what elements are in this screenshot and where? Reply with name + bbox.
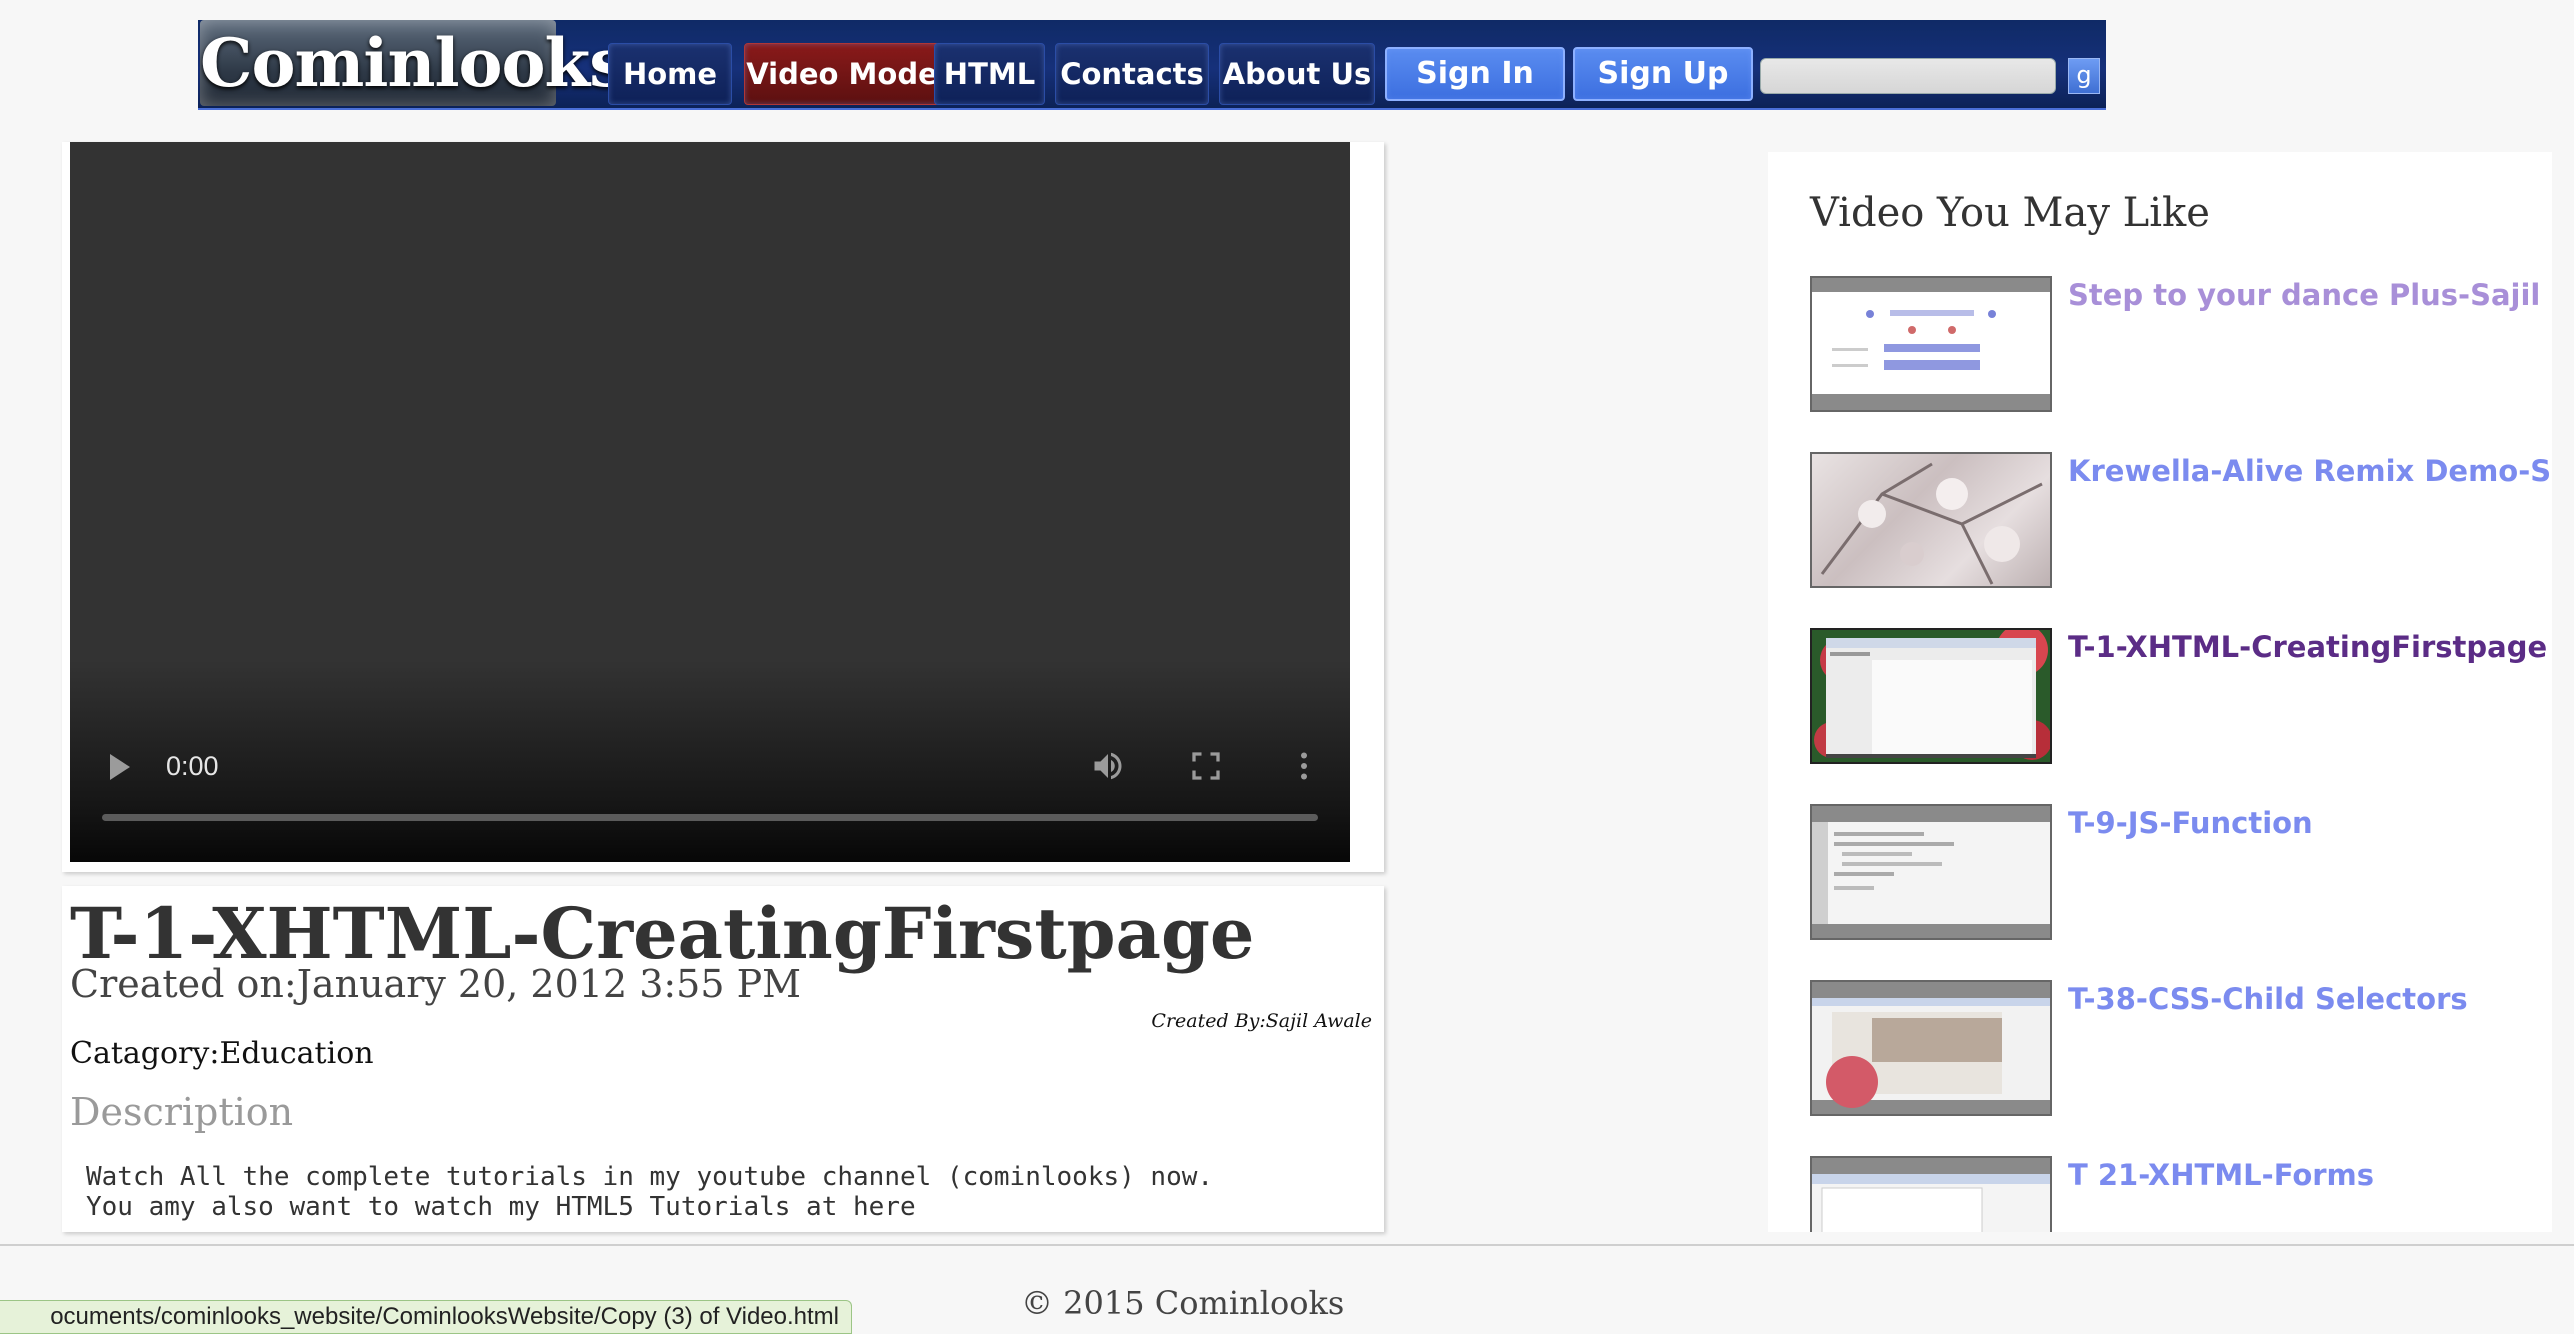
video-thumbnail[interactable] [1810,804,2052,940]
video-link[interactable]: T-1-XHTML-CreatingFirstpage [2068,630,2547,664]
video-link[interactable]: T 21-XHTML-Forms [2068,1158,2374,1192]
nav-html[interactable]: HTML [934,43,1045,105]
created-on: Created on:January 20, 2012 3:55 PM [70,962,802,1006]
related-video-item[interactable]: Krewella-Alive Remix Demo-Sajil [1810,452,2552,592]
related-video-item[interactable]: T-38-CSS-Child Selectors [1810,980,2552,1120]
play-icon[interactable] [110,754,130,780]
progress-bar[interactable] [102,814,1318,821]
related-video-item[interactable]: T-9-JS-Function [1810,804,2552,944]
footer-copyright: © 2015 Cominlooks [1021,1284,1345,1322]
description-text: Watch All the complete tutorials in my y… [86,1162,1213,1222]
video-player[interactable]: 0:00 [70,142,1350,862]
video-link[interactable]: Step to your dance Plus-Sajil [2068,278,2540,312]
description-line: You amy also want to watch my HTML5 Tuto… [86,1192,916,1222]
video-thumbnail[interactable] [1810,628,2052,764]
fullscreen-icon[interactable] [1188,748,1224,784]
video-link[interactable]: T-9-JS-Function [2068,806,2313,840]
related-videos-title: Video You May Like [1810,190,2210,236]
footer-divider [0,1244,2574,1246]
video-link[interactable]: Krewella-Alive Remix Demo-Sajil [2068,454,2552,488]
nav-contacts[interactable]: Contacts [1055,43,1209,105]
nav-video-mode[interactable]: Video Mode [744,43,940,105]
related-video-item[interactable]: T 21-XHTML-Forms [1810,1156,2552,1232]
category: Catagory:Education [70,1036,374,1071]
site-header: Cominlooks Home Video Mode HTML Contacts… [198,20,2106,110]
related-videos-panel: Video You May Like Step to your dance Pl… [1768,152,2552,1232]
related-video-item[interactable]: Step to your dance Plus-Sajil [1810,276,2552,416]
sign-up-button[interactable]: Sign Up [1573,47,1753,101]
video-thumbnail[interactable] [1810,452,2052,588]
sign-in-button[interactable]: Sign In [1385,47,1565,101]
nav-about-us[interactable]: About Us [1219,43,1375,105]
video-panel: 0:00 [62,142,1384,872]
volume-icon[interactable] [1090,748,1126,784]
browser-status-bar: ocuments/cominlooks_website/CominlooksWe… [0,1300,852,1334]
related-video-item[interactable]: T-1-XHTML-CreatingFirstpage [1810,628,2552,768]
video-thumbnail[interactable] [1810,1156,2052,1232]
time-display: 0:00 [166,751,219,781]
description-line: Watch All the complete tutorials in my y… [86,1162,1214,1192]
site-logo[interactable]: Cominlooks [200,20,626,106]
description-heading: Description [70,1090,294,1134]
search-input[interactable] [1760,58,2056,94]
video-thumbnail[interactable] [1810,980,2052,1116]
video-link[interactable]: T-38-CSS-Child Selectors [2068,982,2468,1016]
video-thumbnail[interactable] [1810,276,2052,412]
google-search-button[interactable]: g [2068,58,2100,94]
video-info-panel: T-1-XHTML-CreatingFirstpage Created on:J… [62,886,1384,1232]
more-options-icon[interactable] [1286,748,1322,784]
nav-home[interactable]: Home [608,43,732,105]
created-by: Created By:Sajil Awale [1151,1010,1372,1032]
